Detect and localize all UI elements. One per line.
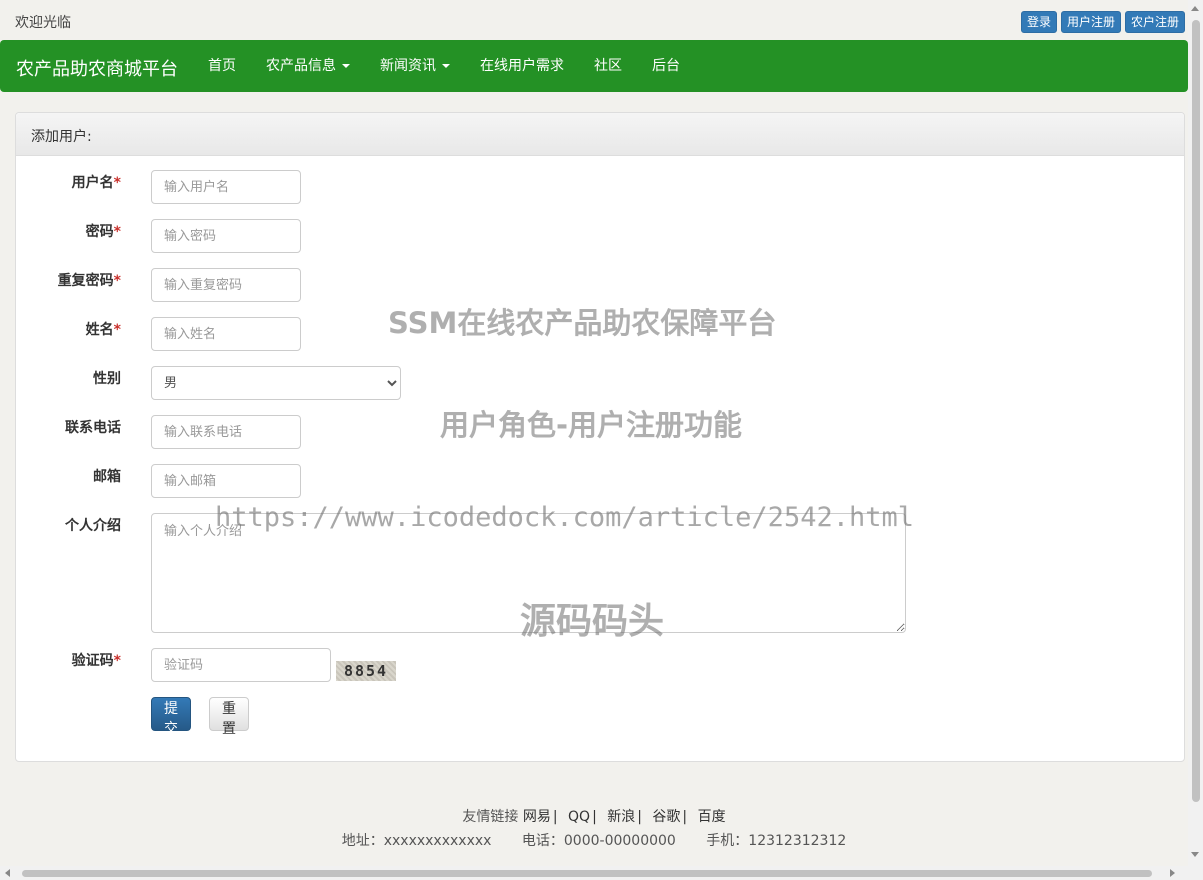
vertical-scroll-thumb[interactable] bbox=[1192, 20, 1200, 802]
reset-button[interactable]: 重置 bbox=[209, 697, 249, 737]
brand-title[interactable]: 农产品助农商城平台 bbox=[16, 55, 178, 81]
email-label: 邮箱 bbox=[93, 469, 121, 485]
navbar: 农产品助农商城平台 首页 农产品信息 新闻资讯 在线用户需求 社区 后台 bbox=[0, 40, 1188, 92]
required-mark: * bbox=[113, 322, 121, 338]
nav-item-products[interactable]: 农产品信息 bbox=[251, 40, 365, 92]
footer-link-sina[interactable]: 新浪 bbox=[607, 809, 635, 825]
captcha-label: 验证码* bbox=[16, 650, 121, 670]
vertical-scrollbar[interactable] bbox=[1188, 0, 1203, 866]
footer-mobile: 手机：12312312312 bbox=[706, 833, 847, 849]
phone-label: 联系电话 bbox=[65, 420, 121, 436]
label-text: 密码 bbox=[85, 224, 114, 240]
welcome-text: 欢迎光临 bbox=[15, 15, 71, 31]
top-buttons: 登录 用户注册 农户注册 bbox=[1020, 11, 1185, 33]
label-text: 验证码 bbox=[71, 653, 114, 669]
nav-item-community[interactable]: 社区 bbox=[579, 40, 637, 92]
username-input[interactable] bbox=[151, 170, 301, 204]
submit-button[interactable]: 提交 bbox=[151, 697, 191, 737]
nav-item-label: 在线用户需求 bbox=[480, 58, 564, 74]
nav-menu: 首页 农产品信息 新闻资讯 在线用户需求 社区 后台 bbox=[193, 40, 695, 92]
required-mark: * bbox=[113, 224, 121, 240]
caret-down-icon bbox=[342, 64, 350, 68]
top-bar: 欢迎光临 登录 用户注册 农户注册 bbox=[0, 0, 1188, 40]
separator: | bbox=[592, 809, 597, 825]
separator: | bbox=[637, 809, 642, 825]
add-user-panel: 添加用户: 用户名* 密码* 重复密码* 姓名* 性别 男 联系电话 邮箱 个人… bbox=[15, 112, 1185, 762]
footer-link-google[interactable]: 谷歌 bbox=[652, 809, 680, 825]
gender-select[interactable]: 男 bbox=[151, 366, 401, 400]
gender-label: 性别 bbox=[93, 371, 121, 387]
name-label: 姓名* bbox=[16, 319, 121, 339]
nav-item-label: 社区 bbox=[594, 58, 622, 74]
user-register-button[interactable]: 用户注册 bbox=[1060, 11, 1121, 33]
username-label: 用户名* bbox=[16, 172, 121, 192]
login-button[interactable]: 登录 bbox=[1020, 11, 1057, 33]
scroll-up-icon[interactable] bbox=[1191, 6, 1199, 11]
label-text: 姓名 bbox=[85, 322, 114, 338]
nav-item-label: 农产品信息 bbox=[266, 58, 336, 74]
footer-link-qq[interactable]: QQ bbox=[568, 809, 590, 825]
scroll-down-icon[interactable] bbox=[1191, 852, 1199, 857]
footer-phone: 电话：0000-00000000 bbox=[521, 833, 676, 849]
scroll-right-icon[interactable] bbox=[1170, 869, 1175, 877]
separator: | bbox=[552, 809, 558, 825]
repassword-input[interactable] bbox=[151, 268, 301, 302]
footer-address: 地址：xxxxxxxxxxxxx bbox=[341, 833, 492, 849]
label-text: 用户名 bbox=[71, 175, 114, 191]
panel-title: 添加用户: bbox=[16, 113, 1184, 156]
password-input[interactable] bbox=[151, 219, 301, 253]
repassword-label: 重复密码* bbox=[16, 270, 121, 290]
footer-links: 友情链接 网易 | QQ | 新浪 | 谷歌 | 百度 bbox=[0, 806, 1188, 826]
footer-link-163[interactable]: 网易 bbox=[523, 809, 551, 825]
footer-link-baidu[interactable]: 百度 bbox=[698, 809, 726, 825]
required-mark: * bbox=[113, 273, 121, 289]
nav-item-demands[interactable]: 在线用户需求 bbox=[465, 40, 579, 92]
label-text: 重复密码 bbox=[57, 273, 114, 289]
scroll-left-icon[interactable] bbox=[5, 869, 10, 877]
name-input[interactable] bbox=[151, 317, 301, 351]
password-label: 密码* bbox=[16, 221, 121, 241]
required-mark: * bbox=[113, 175, 121, 191]
nav-item-label: 新闻资讯 bbox=[380, 58, 436, 74]
caret-down-icon bbox=[442, 64, 450, 68]
nav-item-home[interactable]: 首页 bbox=[193, 40, 251, 92]
nav-item-label: 后台 bbox=[652, 58, 680, 74]
nav-item-label: 首页 bbox=[208, 58, 236, 74]
captcha-image[interactable]: 8854 bbox=[336, 661, 396, 681]
nav-item-admin[interactable]: 后台 bbox=[637, 40, 695, 92]
horizontal-scrollbar[interactable] bbox=[0, 866, 1203, 880]
footer-links-label: 友情链接 bbox=[462, 809, 519, 825]
farmer-register-button[interactable]: 农户注册 bbox=[1124, 11, 1185, 33]
footer-contact: 地址：xxxxxxxxxxxxx 电话：0000-00000000 手机：123… bbox=[0, 830, 1188, 850]
phone-input[interactable] bbox=[151, 415, 301, 449]
required-mark: * bbox=[113, 653, 121, 669]
horizontal-scroll-thumb[interactable] bbox=[22, 870, 1152, 877]
separator: | bbox=[682, 809, 688, 825]
email-input[interactable] bbox=[151, 464, 301, 498]
intro-label: 个人介绍 bbox=[65, 518, 121, 534]
captcha-input[interactable] bbox=[151, 648, 331, 682]
footer: 友情链接 网易 | QQ | 新浪 | 谷歌 | 百度 地址：xxxxxxxxxxxxx… bbox=[0, 806, 1188, 850]
nav-item-news[interactable]: 新闻资讯 bbox=[365, 40, 465, 92]
intro-textarea[interactable] bbox=[151, 513, 906, 633]
